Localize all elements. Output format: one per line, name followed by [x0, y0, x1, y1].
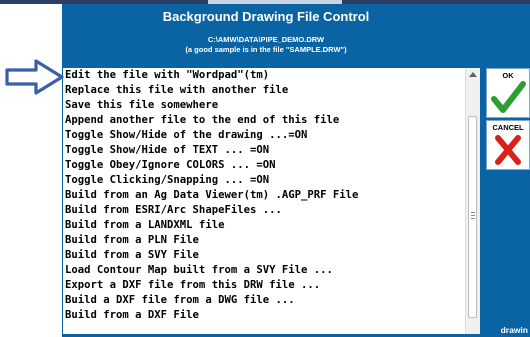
cancel-label: CANCEL	[492, 123, 524, 132]
list-item-build-svy[interactable]: Build from a SVY File	[65, 248, 199, 263]
ok-label: OK	[502, 71, 514, 80]
cancel-button[interactable]: CANCEL	[486, 120, 530, 170]
list-item-toggle-text[interactable]: Toggle Show/Hide of TEXT ... =ON	[65, 143, 269, 158]
list-item-build-dxf[interactable]: Build from a DXF File	[65, 308, 199, 323]
list-item-replace-file[interactable]: Replace this file with another file	[65, 83, 288, 98]
list-item-edit-wordpad[interactable]: Edit the file with "Wordpad"(tm)	[65, 68, 269, 83]
list-item-toggle-colors[interactable]: Toggle Obey/Ignore COLORS ... =ON	[65, 158, 275, 173]
list-item-build-landxml[interactable]: Build from a LANDXML file	[65, 218, 224, 233]
list-item-build-shapefile[interactable]: Build from ESRI/Arc ShapeFiles ...	[65, 203, 282, 218]
corner-text: drawin	[500, 325, 528, 335]
list-scrollbar[interactable]	[465, 68, 480, 334]
scroll-up-arrow-icon[interactable]	[469, 72, 477, 77]
list-item-build-pln[interactable]: Build from a PLN File	[65, 233, 199, 248]
scroll-grip-line	[471, 218, 475, 219]
green-checkmark-icon	[491, 81, 526, 113]
dialog-title: Background Drawing File Control	[162, 9, 370, 24]
options-listbox[interactable]: Edit the file with "Wordpad"(tm) Replace…	[63, 68, 480, 334]
red-x-icon	[495, 135, 521, 165]
list-item-append-file[interactable]: Append another file to the end of this f…	[65, 113, 339, 128]
list-item-build-agp[interactable]: Build from an Ag Data Viewer(tm) .AGP_PR…	[65, 188, 358, 203]
list-item-toggle-drawing[interactable]: Toggle Show/Hide of the drawing ...=ON	[65, 128, 307, 143]
list-item-build-dxf-dwg[interactable]: Build a DXF file from a DWG file ...	[65, 293, 295, 308]
scroll-grip-line	[471, 215, 475, 216]
scroll-grip-line	[471, 212, 475, 213]
ok-button[interactable]: OK	[486, 68, 530, 118]
sample-hint: (a good sample is in the file "SAMPLE.DR…	[185, 45, 347, 54]
list-item-toggle-snapping[interactable]: Toggle Clicking/Snapping ... =ON	[65, 173, 269, 188]
list-item-load-contour[interactable]: Load Contour Map built from a SVY File .…	[65, 263, 333, 278]
blue-arrow-icon	[5, 59, 64, 95]
list-item-save-file[interactable]: Save this file somewhere	[65, 98, 218, 113]
scroll-thumb[interactable]	[468, 116, 477, 318]
list-item-export-dxf[interactable]: Export a DXF file from this DRW file ...	[65, 278, 320, 293]
file-path: C:\AMW\DATA\PIPE_DEMO.DRW	[207, 35, 325, 44]
